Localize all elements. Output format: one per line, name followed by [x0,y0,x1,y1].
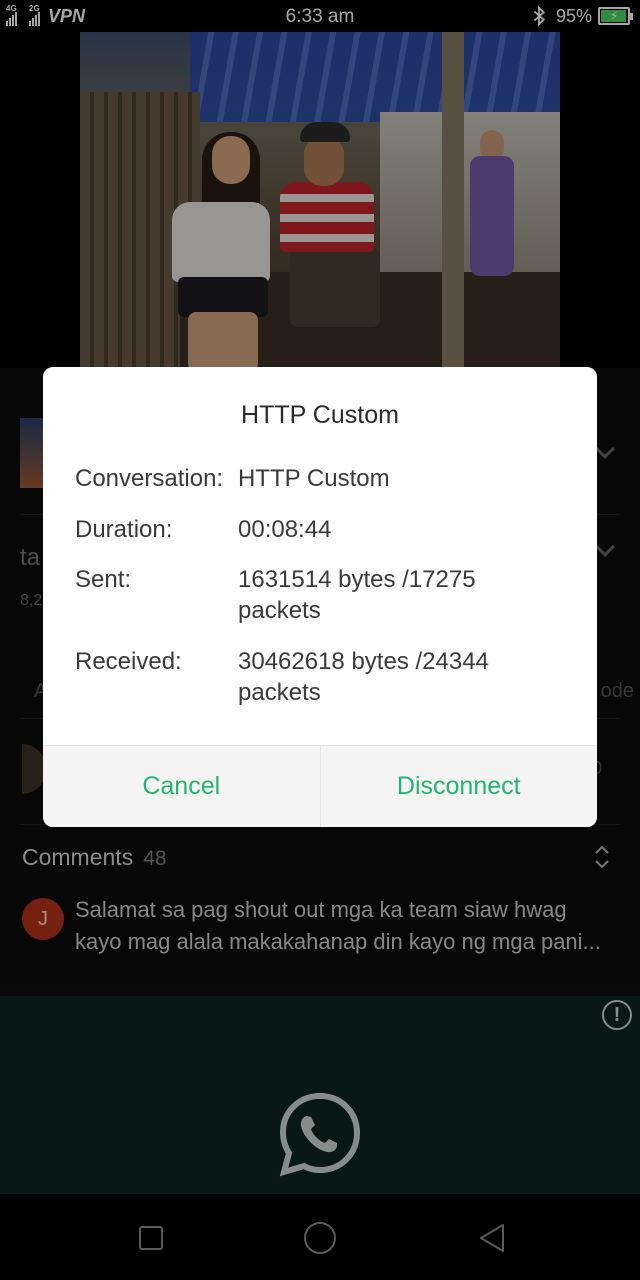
received-value: 30462618 bytes /24344 packets [238,648,489,706]
conversation-label: Conversation: [75,465,224,492]
dialog-title: HTTP Custom [241,401,399,429]
received-label: Received: [75,648,182,675]
vpn-connection-dialog: HTTP Custom Conversation: HTTP Custom Du… [43,367,597,827]
disconnect-button[interactable]: Disconnect [321,746,598,827]
conversation-value: HTTP Custom [238,465,390,492]
sent-label: Sent: [75,566,132,593]
sent-value: 1631514 bytes /17275 packets [238,566,476,624]
cancel-button[interactable]: Cancel [43,746,320,827]
dialog-buttons: Cancel Disconnect [43,746,597,827]
duration-value: 00:08:44 [238,516,332,543]
duration-label: Duration: [75,516,173,543]
